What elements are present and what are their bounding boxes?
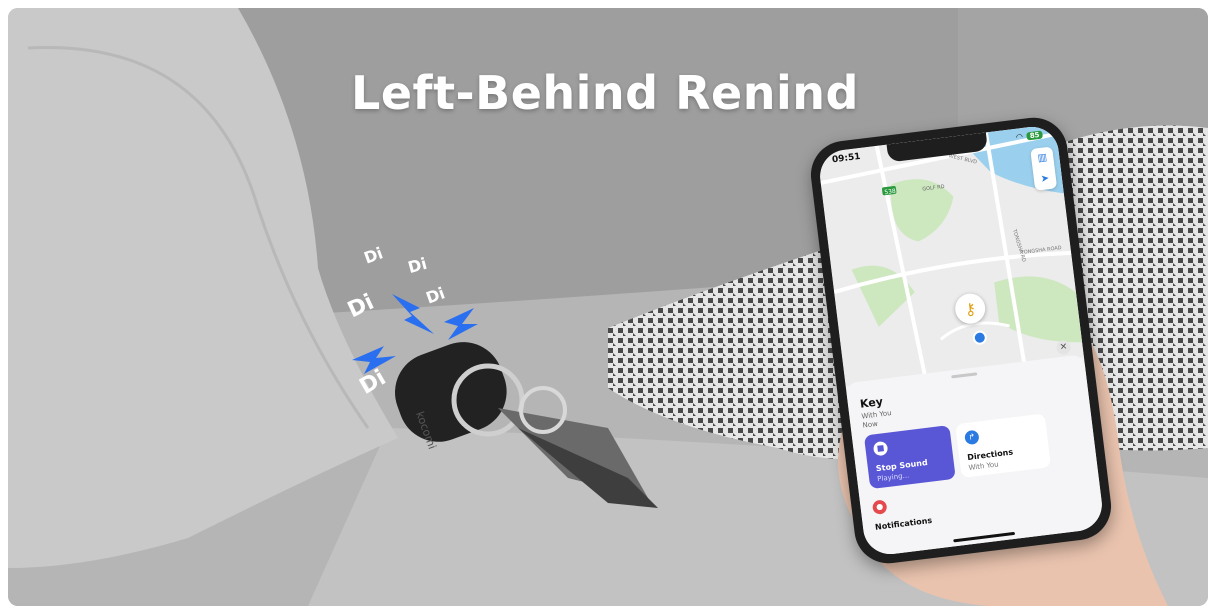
item-title: Key: [859, 395, 884, 411]
smartphone: 09:51 ◠ 85 538 WEST BLVD GOLF RD TONGSHA…: [807, 113, 1115, 568]
stop-sound-label: Stop Sound: [875, 458, 929, 474]
bell-icon: ●: [871, 499, 888, 515]
directions-button[interactable]: ↱ Directions With You: [955, 413, 1052, 478]
phone-screen: 09:51 ◠ 85 538 WEST BLVD GOLF RD TONGSHA…: [817, 123, 1105, 558]
directions-label: Directions: [966, 447, 1014, 463]
stop-sound-button[interactable]: ■ Stop Sound Playing...: [863, 425, 956, 490]
item-detail-sheet: ✕ Key With You Now ■ Stop Sound Playing.…: [845, 339, 1105, 558]
key-icon: ⚷: [963, 298, 978, 319]
notifications-label: Notifications: [874, 515, 933, 532]
stop-icon: ■: [872, 440, 889, 457]
location-arrow-icon[interactable]: ➤: [1040, 173, 1050, 185]
stop-sound-status: Playing...: [876, 471, 910, 484]
wifi-icon: ◠: [1015, 131, 1024, 142]
sheet-grabber[interactable]: [951, 372, 978, 379]
map-icon[interactable]: ▥: [1037, 152, 1048, 164]
headline: Left-Behind Renind: [351, 66, 859, 120]
map-label: 538: [884, 188, 896, 196]
directions-status: With You: [968, 460, 1000, 472]
item-status-time: Now: [862, 419, 879, 430]
battery-indicator: 85: [1026, 130, 1043, 140]
directions-icon: ↱: [964, 429, 980, 446]
